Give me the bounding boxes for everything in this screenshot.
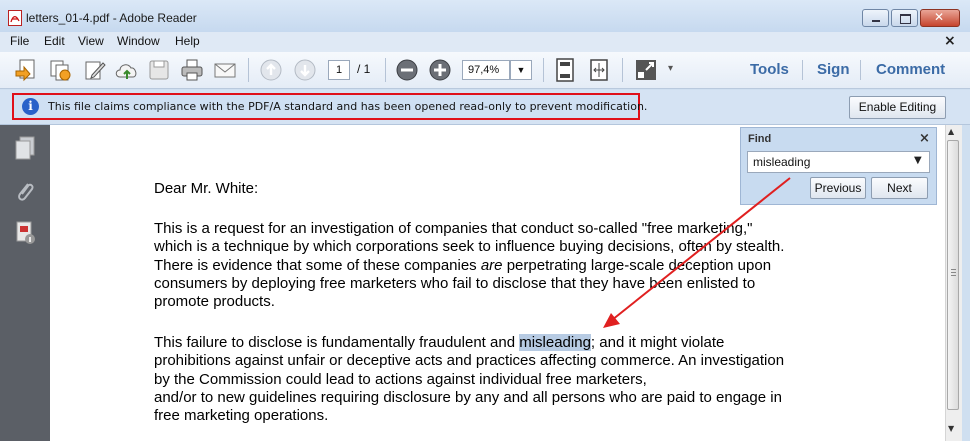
fit-width-icon[interactable] xyxy=(586,57,612,83)
chevron-down-icon[interactable]: ▼ xyxy=(914,155,922,166)
find-close-icon[interactable]: × xyxy=(919,131,930,146)
toolbar-separator xyxy=(385,58,386,82)
upload-cloud-icon[interactable] xyxy=(114,57,140,83)
document-info-icon[interactable] xyxy=(13,220,37,246)
minimize-icon xyxy=(872,20,880,22)
zoom-dropdown-button[interactable]: ▼ xyxy=(510,60,532,80)
paragraph-line: This failure to disclose is fundamentall… xyxy=(154,334,784,352)
paragraph-line: and/or to new guidelines requiring discl… xyxy=(154,388,782,406)
page-thumbnails-icon[interactable] xyxy=(13,135,37,161)
paragraph-line: by the Commission could lead to actions … xyxy=(154,370,647,388)
scroll-down-icon[interactable]: ▼ xyxy=(948,424,954,433)
more-icon[interactable]: ▾ xyxy=(668,63,673,74)
window-title: letters_01-4.pdf - Adobe Reader xyxy=(26,11,197,25)
find-next-button[interactable]: Next xyxy=(871,177,928,199)
scroll-up-icon[interactable]: ▲ xyxy=(948,127,954,136)
combine-icon[interactable] xyxy=(47,57,73,83)
next-page-icon[interactable] xyxy=(292,57,318,83)
text-run: perpetrating large-scale deception upon xyxy=(502,256,772,274)
emphasis-text: are xyxy=(480,256,503,274)
find-title: Find xyxy=(748,133,772,145)
info-icon: i xyxy=(22,98,39,115)
paragraph-line: which is a technique by which corporatio… xyxy=(154,238,785,256)
create-pdf-icon[interactable] xyxy=(14,57,40,83)
text-run: This failure to disclose is fundamentall… xyxy=(154,334,520,351)
paragraph-2: This failure to disclose is fundamentall… xyxy=(154,334,784,425)
page-number-input[interactable]: 1 xyxy=(328,60,350,80)
toolbar-separator xyxy=(543,58,544,82)
prev-page-icon[interactable] xyxy=(258,57,284,83)
fit-page-icon[interactable] xyxy=(552,57,578,83)
save-icon[interactable] xyxy=(146,57,172,83)
paragraph-line: There is evidence that some of these com… xyxy=(154,257,784,275)
menu-view[interactable]: View xyxy=(78,34,104,48)
find-input[interactable]: misleading xyxy=(747,151,930,173)
zoom-out-icon[interactable] xyxy=(394,57,420,83)
toolbar-separator xyxy=(860,60,861,80)
close-icon: ✕ xyxy=(934,10,945,24)
paragraph-line: This is a request for an investigation o… xyxy=(154,220,753,237)
paragraph-1: This is a request for an investigation o… xyxy=(154,220,784,311)
window-border xyxy=(962,125,970,441)
paragraph-line: promote products. xyxy=(154,293,275,311)
minimize-button[interactable] xyxy=(862,9,889,27)
navigation-pane xyxy=(0,125,50,441)
toolbar-separator xyxy=(622,58,623,82)
sign-link[interactable]: Sign xyxy=(817,61,850,78)
enable-editing-button[interactable]: Enable Editing xyxy=(849,96,946,119)
tools-link[interactable]: Tools xyxy=(750,61,789,78)
paragraph-line: consumers by deploying free marketers wh… xyxy=(154,274,756,292)
text-run: ; and it might violate xyxy=(590,334,725,351)
paragraph-line: free marketing operations. xyxy=(154,407,329,425)
comment-link[interactable]: Comment xyxy=(876,61,945,78)
menu-file[interactable]: File xyxy=(10,34,29,48)
salutation: Dear Mr. White: xyxy=(154,180,259,197)
toolbar-separator xyxy=(802,60,803,80)
maximize-button[interactable] xyxy=(891,9,918,27)
menu-edit[interactable]: Edit xyxy=(44,34,65,48)
toolbar-separator xyxy=(248,58,249,82)
maximize-icon xyxy=(900,14,911,24)
scrollbar-thumb[interactable] xyxy=(947,140,959,410)
zoom-input[interactable]: 97,4% xyxy=(462,60,510,80)
print-icon[interactable] xyxy=(179,57,205,83)
pdfa-message: This file claims compliance with the PDF… xyxy=(48,100,648,113)
email-icon[interactable] xyxy=(212,57,238,83)
paragraph-line: prohibitions against unfair or deceptive… xyxy=(154,352,785,370)
page-total: / 1 xyxy=(357,62,371,76)
menu-window[interactable]: Window xyxy=(117,34,160,48)
zoom-in-icon[interactable] xyxy=(427,57,453,83)
edit-icon[interactable] xyxy=(82,57,108,83)
find-previous-button[interactable]: Previous xyxy=(810,177,866,199)
search-result-highlight: misleading xyxy=(519,334,591,351)
text-run: There is evidence that some of these com… xyxy=(154,256,481,274)
adobe-reader-icon xyxy=(8,10,22,26)
close-window-button[interactable]: ✕ xyxy=(920,9,960,27)
fullscreen-icon[interactable] xyxy=(633,57,659,83)
menu-help[interactable]: Help xyxy=(175,34,200,48)
attachments-icon[interactable] xyxy=(13,178,37,204)
close-document-icon[interactable]: × xyxy=(944,33,956,49)
